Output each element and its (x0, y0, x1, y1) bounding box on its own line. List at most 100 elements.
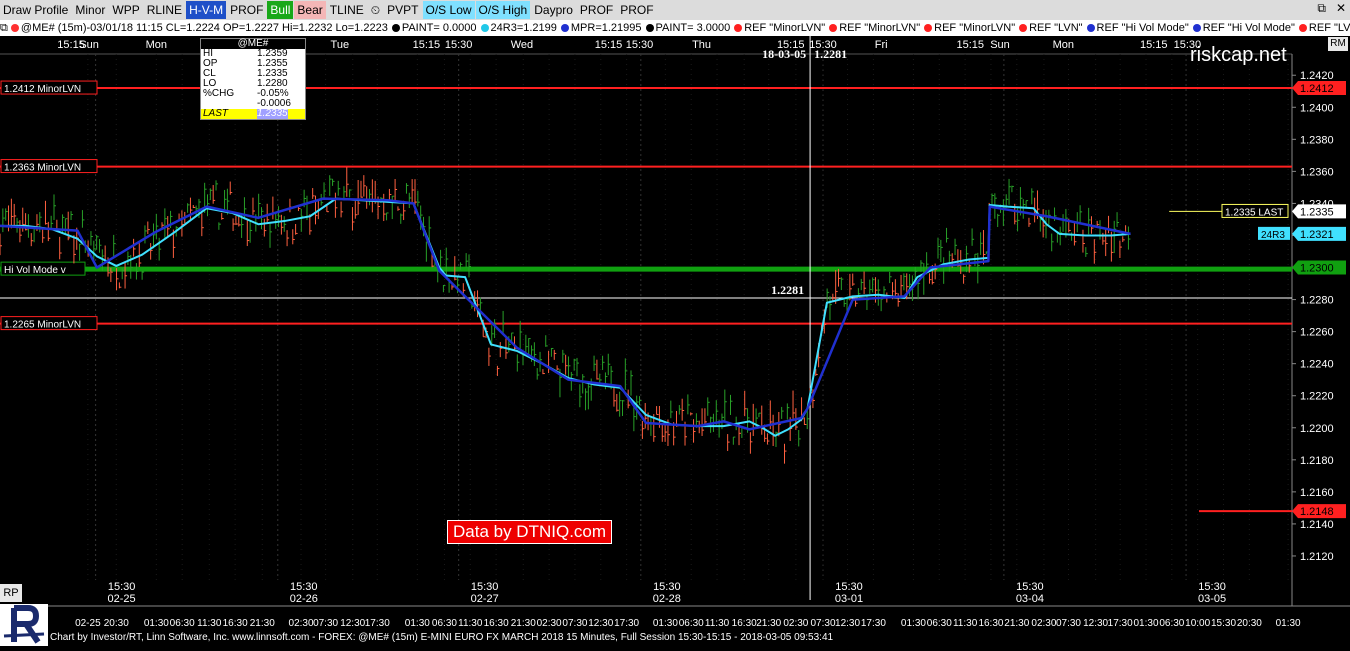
quote-label: %CHG (203, 88, 235, 99)
study-legend-item[interactable]: 24R3=1.2199 (480, 22, 557, 34)
bottom-time-label: 16:30 (484, 618, 509, 629)
bottom-time-label: 11:30 (197, 618, 222, 629)
toolbar: Draw Profile Minor WPP RLINE H-V-M PROF Bull Be… (0, 0, 1350, 20)
toolbar-button-3[interactable]: RLINE (144, 1, 185, 19)
y-tick-label: 1.2220 (1300, 391, 1334, 403)
study-color-dot-icon (924, 24, 933, 32)
session-date-label: 02-27 (471, 593, 499, 605)
toolbar-button-10[interactable]: PVPT (384, 1, 421, 19)
y-tick-label: 1.2400 (1300, 102, 1334, 114)
bottom-time-label: 16:30 (732, 618, 757, 629)
quote-row: LAST 1.2335 (201, 109, 305, 119)
study-color-dot-icon (829, 24, 838, 32)
toolbar-button-13[interactable]: Daypro (531, 1, 576, 19)
bottom-time-label: 21:30 (1004, 618, 1029, 629)
study-color-dot-icon (560, 24, 569, 32)
restore-icon[interactable]: ⧉ (1317, 1, 1326, 16)
quote-panel: @ME# HI 1.2359 OP 1.2355 CL 1.2335 LO 1.2280 %CH… (200, 38, 306, 120)
toolbar-button-2[interactable]: WPP (109, 1, 142, 19)
study-legend-item[interactable]: MPR=1.21995 (560, 22, 642, 34)
study-legend-bar: ⧉ @ME# (15m)-03/01/18 11:15 CL=1.2224 OP… (0, 20, 1350, 36)
study-legend-item[interactable]: @ME# (15m)-03/01/18 11:15 CL=1.2224 OP=1… (10, 22, 388, 34)
quote-value: 1.2335 (257, 108, 288, 119)
toolbar-button-15[interactable]: PROF (617, 1, 656, 19)
toolbar-button-4[interactable]: H-V-M (186, 1, 227, 19)
close-icon[interactable]: ✕ (1336, 1, 1346, 16)
study-legend-item[interactable]: PAINT= 0.0000 (391, 22, 477, 34)
top-time-label: 15:30 (626, 39, 654, 51)
rm-button[interactable]: RM (1328, 37, 1348, 51)
watermark: riskcap.net (1190, 44, 1287, 66)
study-legend-item[interactable]: REF "MinorLVN" (734, 22, 825, 34)
bottom-time-label: 02-25 (75, 618, 101, 629)
top-time-label: Sun (990, 39, 1010, 51)
study-legend-text: REF "LVN" (1308, 22, 1350, 34)
investor-rt-logo-icon (0, 604, 48, 646)
session-time-label: 15:30 (653, 581, 681, 593)
bottom-time-label: 11:30 (705, 618, 730, 629)
crosshair-price-label: 1.2281 (771, 283, 804, 297)
bottom-time-label: 01:30 (653, 618, 678, 629)
study-legend-text: MPR=1.21995 (570, 22, 642, 34)
last-label: 1.2335 LAST (1225, 207, 1283, 218)
bottom-time-label: 15:30 (1211, 618, 1236, 629)
window-controls: ⧉ ✕ (1317, 1, 1346, 16)
study-legend-text: REF "Hi Vol Mode" (1096, 22, 1189, 34)
study-legend-item[interactable]: REF "MinorLVN" (924, 22, 1015, 34)
bottom-time-label: 21:30 (756, 618, 781, 629)
toolbar-button-7[interactable]: Bear (294, 1, 326, 19)
bottom-time-label: 17:30 (861, 618, 886, 629)
top-time-label: Mon (146, 39, 167, 51)
toolbar-button-1[interactable]: Minor (72, 1, 108, 19)
bottom-time-label: 01:30 (405, 618, 430, 629)
toolbar-button-14[interactable]: PROF (577, 1, 616, 19)
toolbar-button-5[interactable]: PROF (227, 1, 266, 19)
bottom-time-label: 06:30 (927, 618, 952, 629)
session-date-label: 03-01 (835, 593, 863, 605)
session-time-label: 15:30 (471, 581, 499, 593)
bottom-time-label: 07:30 (313, 618, 338, 629)
study-legend-item[interactable]: REF "Hi Vol Mode" (1192, 22, 1295, 34)
top-time-label: 15:15 (957, 39, 985, 51)
price-chart[interactable]: 15:15Sun Mon Tue 15:15 15:30 Wed 15:15 15:30 Thu… (0, 36, 1350, 646)
bottom-time-label: 10:00 (1185, 618, 1210, 629)
study-legend-item[interactable]: REF "MinorLVN" (829, 22, 920, 34)
toolbar-button-8[interactable]: TLINE (327, 1, 367, 19)
session-time-label: 15:30 (1016, 581, 1044, 593)
quote-symbol: @ME# (201, 39, 305, 49)
quote-row: OP 1.2355 (201, 59, 305, 69)
toolbar-button-11[interactable]: O/S Low (422, 1, 475, 19)
y-tick-label: 1.2360 (1300, 166, 1334, 178)
crosshair-value-label: 1.2281 (814, 47, 847, 61)
toolbar-button-6[interactable]: Bull (267, 1, 294, 19)
bottom-time-label: 07:30 (1056, 618, 1081, 629)
y-tick-label: 1.2280 (1300, 295, 1334, 307)
bottom-time-label: 21:30 (250, 618, 275, 629)
price-tag-label: 1.2335 (1300, 206, 1334, 218)
study-legend-item[interactable]: REF "LVN" (1019, 22, 1083, 34)
study-legend-text: REF "Hi Vol Mode" (1202, 22, 1295, 34)
top-time-label: Fri (875, 39, 888, 51)
price-tag-label: 1.2321 (1300, 229, 1334, 241)
study-legend-restore-icon[interactable]: ⧉ (0, 22, 11, 34)
bottom-time-label: 07:30 (562, 618, 587, 629)
y-tick-label: 1.2380 (1300, 134, 1334, 146)
toolbar-button-12[interactable]: O/S High (475, 1, 531, 19)
session-time-label: 15:30 (108, 581, 136, 593)
study-legend-text: REF "MinorLVN" (934, 22, 1016, 34)
study-legend-item[interactable]: REF "Hi Vol Mode" (1086, 22, 1189, 34)
toolbar-button-0[interactable]: Draw Profile (0, 1, 71, 19)
level-label: 1.2265 MinorLVN (4, 320, 81, 331)
study-legend-item[interactable]: REF "LVN" (1298, 22, 1350, 34)
level-label: 1.2363 MinorLVN (4, 163, 81, 174)
bottom-time-label: 12:30 (340, 618, 365, 629)
toolbar-button-9[interactable]: ⏲ (368, 1, 383, 19)
session-time-label: 15:30 (1198, 581, 1226, 593)
top-time-label: 15:15 (1140, 39, 1168, 51)
bottom-time-label: 01:30 (901, 618, 926, 629)
study-legend-text: 24R3=1.2199 (490, 22, 557, 34)
y-tick-label: 1.2140 (1300, 519, 1334, 531)
y-tick-label: 1.2200 (1300, 423, 1334, 435)
rp-button[interactable]: RP (0, 584, 22, 602)
study-legend-item[interactable]: PAINT= 3.0000 (645, 22, 730, 34)
